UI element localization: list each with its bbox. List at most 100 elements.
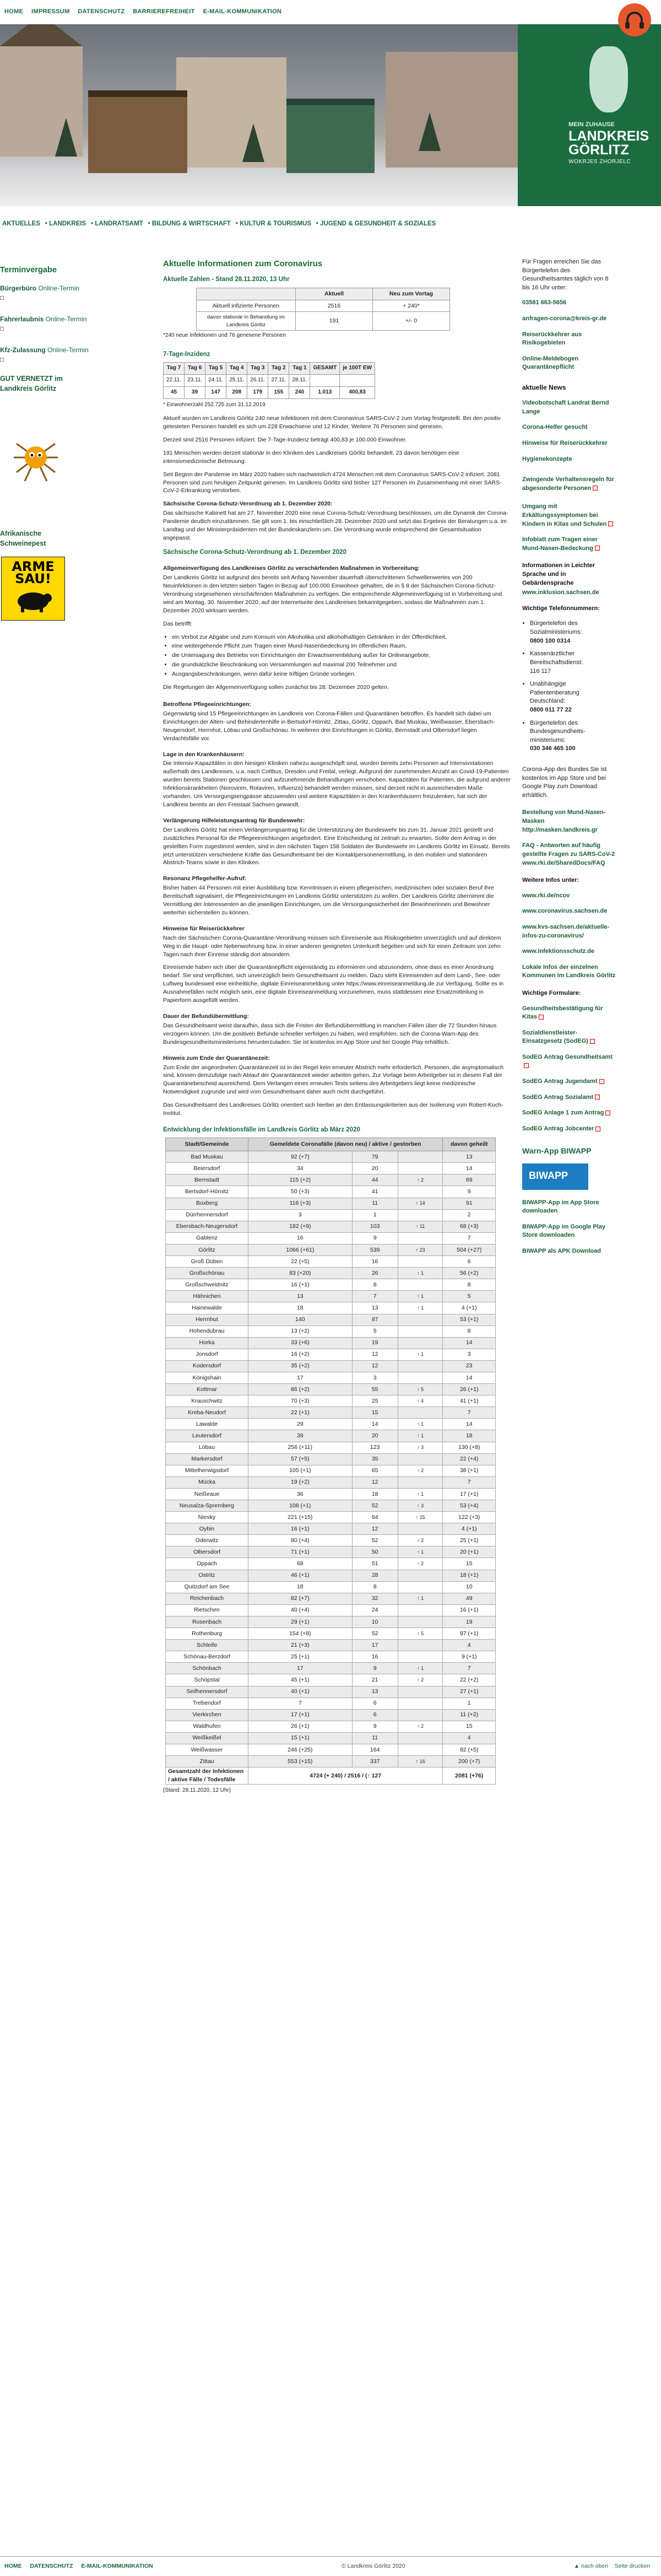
top-link-impressum[interactable]: IMPRESSUM	[31, 8, 69, 15]
table-row: Kreba-Neudorf 22 (+1) 15 7	[165, 1406, 496, 1419]
link-biwapp-play[interactable]: BIWAPP-App im Google Play Store download…	[522, 1223, 616, 1240]
link-infektionsschutz[interactable]: www.infektionsschutz.de	[522, 947, 616, 956]
arme-sau-banner[interactable]: ARME SAU!	[1, 557, 65, 621]
cell	[397, 1569, 443, 1582]
cell: +/- 0	[372, 311, 450, 331]
cell	[397, 1255, 443, 1268]
asp-link[interactable]: Afrikanische Schweinepest	[0, 529, 83, 549]
tel-number[interactable]: 0800 011 77 22	[530, 707, 572, 713]
nav-jugend[interactable]: • JUGEND & GESUNDHEIT & SOZIALES	[316, 220, 436, 227]
table-row: Lawalde 29 14 ↑ 1 14	[165, 1418, 496, 1431]
service-kfz[interactable]: Kfz-Zulassung Online-Termin	[0, 346, 94, 364]
cases-table-heading: Entwicklung der Infektionsfälle im Landk…	[163, 1126, 360, 1133]
hotline-email[interactable]: anfragen-corona@kreis-gr.de	[522, 315, 616, 324]
nav-aktuelles[interactable]: AKTUELLES	[2, 220, 40, 227]
service-link[interactable]: Online-Termin	[46, 315, 87, 323]
back-to-top-link[interactable]: ▲ nach oben	[574, 2563, 608, 2569]
cell: Oybin	[165, 1523, 248, 1535]
link-faq[interactable]: FAQ - Antworten auf häufig gestellte Fra…	[522, 842, 616, 867]
tel-label: Bürgertelefon des Sozialministeriums:	[530, 620, 582, 636]
footer-datenschutz[interactable]: DATENSCHUTZ	[30, 2563, 73, 2569]
link-erkaeltung[interactable]: Umgang mit Erkältungssymptomen bei Kinde…	[522, 503, 616, 529]
top-link-home[interactable]: HOME	[4, 8, 23, 15]
para: Bisher haben 44 Personen mit einer Ausbi…	[163, 885, 494, 916]
para: Der Landkreis Görlitz ist aufgrund des b…	[163, 574, 502, 614]
service-link[interactable]: Online-Termin	[38, 284, 79, 292]
external-link-icon	[0, 326, 4, 331]
cases-table: Stadt/Gemeinde Gemeldete Coronafälle (dav…	[165, 1138, 496, 1785]
cell: 11 (+2)	[442, 1709, 496, 1721]
para: Die Intensiv-Kapazitäten in den hiesigen…	[163, 760, 511, 808]
gut-vernetzt-link[interactable]: GUT VERNETZT im Landkreis Görlitz	[0, 374, 94, 394]
top-link-barrierefreiheit[interactable]: BARRIEREFREIHEIT	[133, 8, 194, 15]
cell: ↑ 1	[397, 1418, 443, 1431]
cell: ↑ 14	[397, 1197, 443, 1210]
vo-link[interactable]: Sächsische Corona-Schutz-Verordnung ab 1…	[163, 548, 511, 557]
form-link[interactable]: SodEG Antrag Sozialamt	[522, 1093, 616, 1102]
service-buergerbuero[interactable]: Bürgerbüro Online-Termin	[0, 284, 94, 303]
cell: 18	[248, 1581, 353, 1593]
cell	[397, 1336, 443, 1349]
table-row: Weißwasser 246 (+25) 164 82 (+5)	[165, 1743, 496, 1756]
list-item: Bürgertelefon des Bundesgesundheits-mini…	[530, 719, 616, 753]
link-kommunen[interactable]: Lokale Infos der einzelnen Kommunen im L…	[522, 963, 616, 980]
service-fahrerlaubnis[interactable]: Fahrerlaubnis Online-Termin	[0, 315, 94, 333]
headphones-button[interactable]	[618, 3, 651, 36]
link-biwapp-apk[interactable]: BIWAPP als APK Download	[522, 1247, 616, 1256]
nav-landratsamt[interactable]: • LANDRATSAMT	[91, 220, 143, 227]
footer-email[interactable]: E-MAIL-KOMMUNIKATION	[81, 2563, 153, 2569]
link-hygiene[interactable]: Hygienekonzepte	[522, 455, 616, 464]
service-link[interactable]: Online-Termin	[47, 346, 89, 354]
biwapp-logo[interactable]: BIWAPP	[522, 1163, 588, 1190]
table-row: Rosenbach 29 (+1) 10 19	[165, 1615, 496, 1629]
cell: 29	[248, 1418, 353, 1431]
form-link[interactable]: Gesundheitsbestätigung für Kitas	[522, 1005, 616, 1022]
table-row-total: Gesamtzahl der Infektionen / aktive Fäll…	[165, 1767, 496, 1785]
footer-home[interactable]: HOME	[4, 2563, 22, 2569]
link-inklusion[interactable]: www.inklusion.sachsen.de	[522, 589, 616, 597]
cell: 19 (+2)	[248, 1476, 353, 1489]
nav-landkreis[interactable]: • LANDKREIS	[45, 220, 86, 227]
link-verhaltensregeln[interactable]: Zwingende Verhaltensregeln für abgesonde…	[522, 476, 616, 493]
link-text: SodEG Anlage 1 zum Antrag	[522, 1109, 604, 1117]
link-rki[interactable]: www.rki.de/ncov	[522, 892, 616, 901]
table-row: Beiersdorf 34 20 14	[165, 1162, 496, 1175]
link-text: Sozialdienstleister-Einsatzgesetz (SodEG…	[522, 1029, 588, 1045]
site-logo[interactable]: MEIN ZUHAUSE LANDKREIS GÖRLITZ WOKRJES Z…	[568, 121, 649, 166]
tel-number[interactable]: 030 346 465 100	[530, 745, 576, 752]
link-biwapp-appstore[interactable]: BIWAPP-App im App Store downloaden	[522, 1199, 616, 1216]
form-link[interactable]: SodEG Antrag Jugendamt	[522, 1077, 616, 1086]
form-link[interactable]: SodEG Antrag Jobcenter	[522, 1125, 616, 1134]
cell: Schöpstal	[165, 1674, 248, 1686]
cell: Jonsdorf	[165, 1348, 248, 1361]
nav-kultur[interactable]: • KULTUR & TOURISMUS	[236, 220, 311, 227]
link-video-landrat[interactable]: Videobotschaft Landrat Bernd Lange	[522, 399, 616, 416]
cell	[397, 1185, 443, 1198]
top-link-datenschutz[interactable]: DATENSCHUTZ	[78, 8, 124, 15]
link-sachsen[interactable]: www.coronavirus.sachsen.de	[522, 907, 616, 916]
link-kvs[interactable]: www.kvs-sachsen.de/aktuelle-infos-zu-cor…	[522, 923, 616, 940]
cell: 52	[351, 1534, 398, 1547]
link-helfer[interactable]: Corona-Helfer gesucht	[522, 423, 616, 432]
cell: Mücka	[165, 1476, 248, 1489]
link-masken[interactable]: Bestellung von Mund-Nasen-Masken http://…	[522, 809, 616, 834]
cell: 18	[351, 1488, 398, 1501]
print-link[interactable]: Seite drucken	[615, 2563, 650, 2569]
th: Aktuell	[295, 287, 373, 300]
form-link[interactable]: SodEG Antrag Gesundheitsamt	[522, 1053, 616, 1070]
link-meldebogen[interactable]: Online-Meldebogen Quarantänepflicht	[522, 355, 616, 372]
form-link[interactable]: Sozialdienstleister-Einsatzgesetz (SodEG…	[522, 1029, 616, 1046]
link-reiserueckkehrer[interactable]: Hinweise für Reiserückkehrer	[522, 439, 616, 448]
link-maske[interactable]: Infoblatt zum Tragen einer Mund-Nasen-Be…	[522, 536, 616, 553]
link-risk-areas[interactable]: Reiserückkehrer aus Risikogebieten	[522, 331, 616, 348]
cell: 5	[442, 1290, 496, 1303]
cell: 25	[351, 1395, 398, 1408]
hotline-phone[interactable]: 03581 663-5656	[522, 299, 616, 308]
nav-bildung[interactable]: • BILDUNG & WIRTSCHAFT	[148, 220, 231, 227]
cell: ↑ 4	[397, 1395, 443, 1408]
form-link[interactable]: SodEG Anlage 1 zum Antrag	[522, 1109, 616, 1118]
tel-number[interactable]: 116 117	[530, 668, 551, 675]
top-link-email[interactable]: E-MAIL-KOMMUNIKATION	[203, 8, 282, 15]
spider-mascot-icon[interactable]	[11, 433, 61, 482]
tel-number[interactable]: 0800 100 0314	[530, 638, 570, 644]
